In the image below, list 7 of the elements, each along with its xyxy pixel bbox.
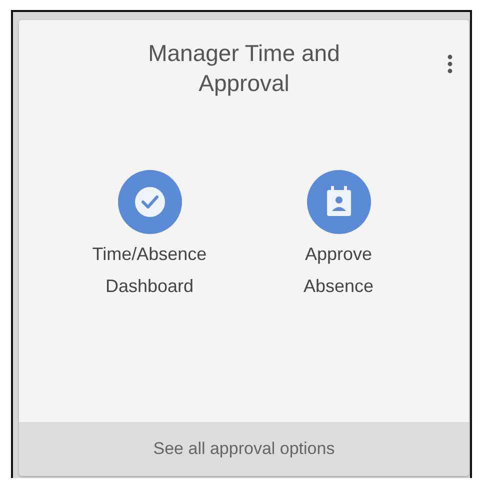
tile-link[interactable]: Time/Absence Dashboard [80,238,220,302]
check-circle-icon[interactable] [118,170,182,234]
see-all-link[interactable]: See all approval options [19,422,469,476]
more-options-icon[interactable] [445,52,455,76]
calendar-person-icon[interactable] [306,170,370,234]
tile-link[interactable]: Approve Absence [268,238,408,302]
card-title: Manager Time and Approval [147,39,341,98]
